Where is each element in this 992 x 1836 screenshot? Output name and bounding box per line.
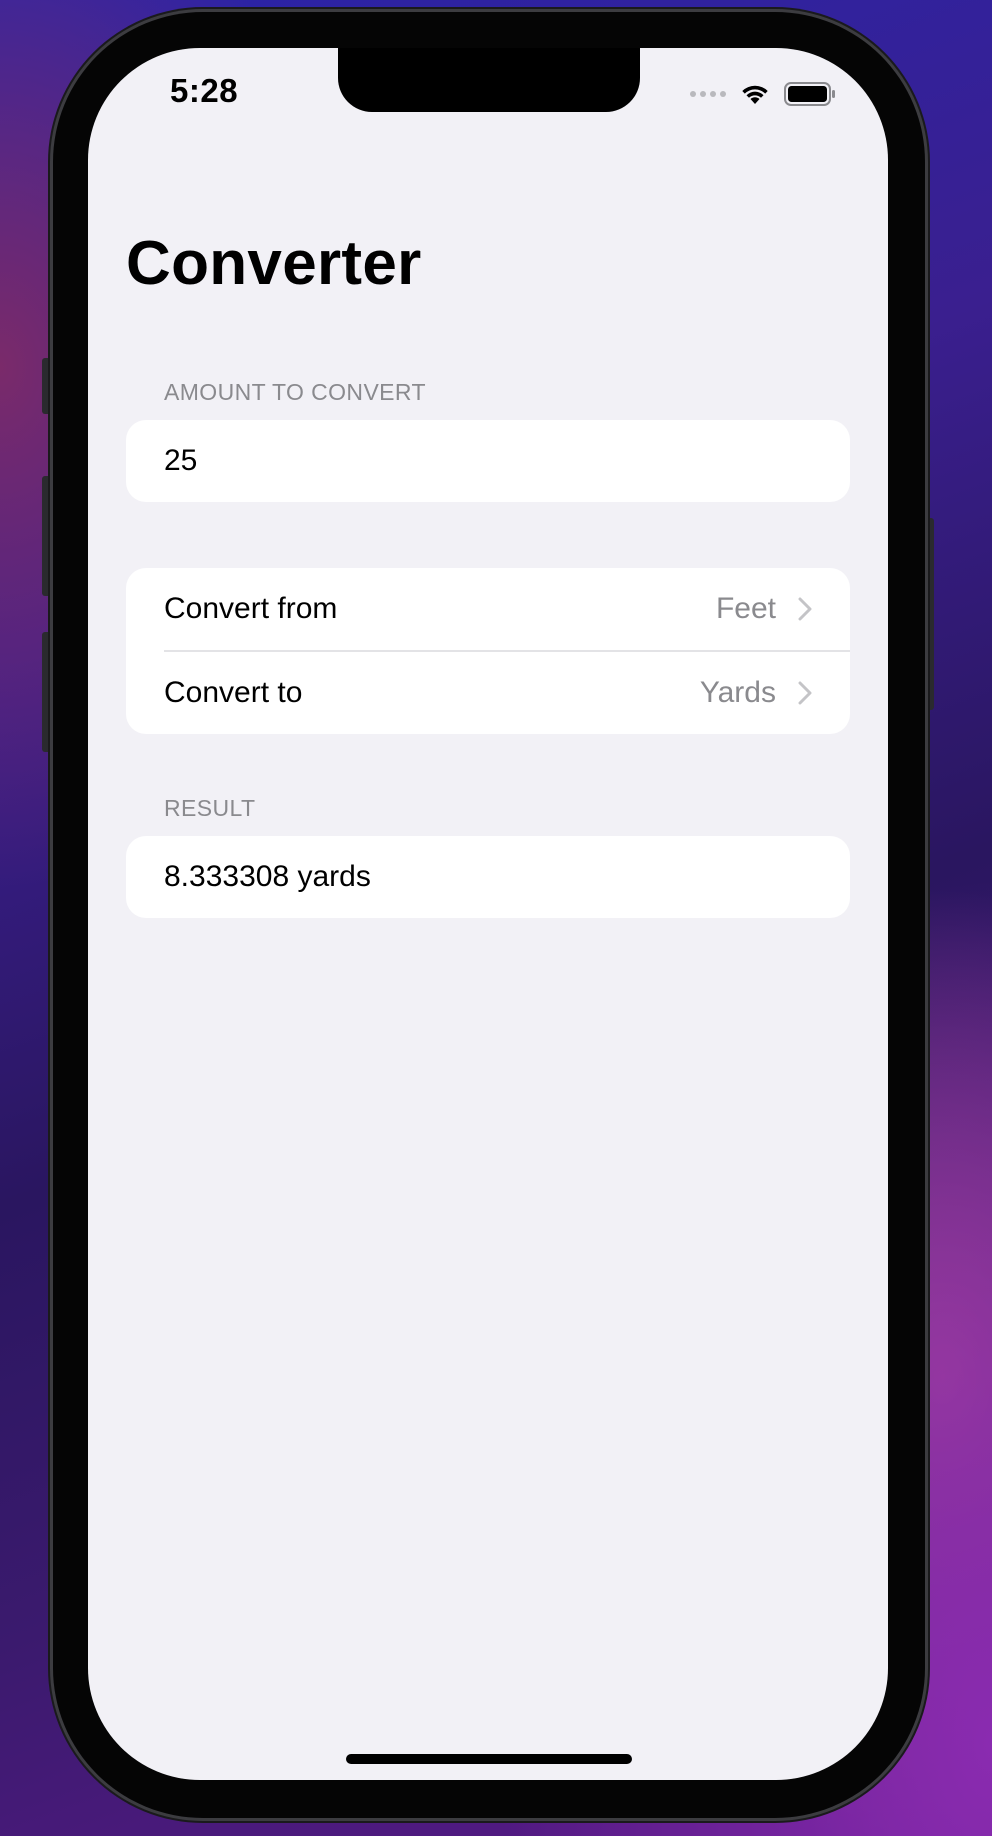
silent-switch bbox=[42, 358, 52, 414]
home-indicator[interactable] bbox=[346, 1754, 632, 1764]
amount-card: 25 bbox=[126, 420, 850, 502]
convert-from-value-container: Feet bbox=[716, 592, 812, 626]
chevron-right-icon bbox=[798, 597, 812, 621]
convert-to-label: Convert to bbox=[164, 676, 303, 709]
phone-frame: 5:28 Converter AMOUNT TO CONVERT 25 Conv… bbox=[53, 12, 925, 1818]
wifi-icon bbox=[742, 85, 768, 104]
result-card: 8.333308 yards bbox=[126, 836, 850, 918]
cellular-signal-icon bbox=[690, 91, 726, 97]
convert-to-row[interactable]: Convert to Yards bbox=[126, 652, 850, 734]
volume-up-button bbox=[42, 476, 52, 596]
battery-icon bbox=[784, 82, 835, 106]
status-time: 5:28 bbox=[170, 72, 239, 109]
amount-section-header: AMOUNT TO CONVERT bbox=[164, 379, 426, 405]
units-card: Convert from Feet Convert to Yards bbox=[126, 568, 850, 734]
convert-from-value: Feet bbox=[715, 592, 776, 625]
status-icons bbox=[690, 82, 836, 106]
convert-from-label: Convert from bbox=[164, 592, 338, 625]
amount-input[interactable]: 25 bbox=[126, 420, 850, 502]
page-title: Converter bbox=[126, 229, 422, 298]
convert-from-row[interactable]: Convert from Feet bbox=[126, 568, 850, 650]
chevron-right-icon bbox=[798, 681, 812, 705]
power-button bbox=[924, 518, 934, 710]
volume-down-button bbox=[42, 632, 52, 752]
app-screen: 5:28 Converter AMOUNT TO CONVERT 25 Conv… bbox=[88, 48, 888, 1780]
convert-to-value: Yards bbox=[699, 676, 776, 709]
result-section-header: RESULT bbox=[164, 795, 256, 821]
convert-to-value-container: Yards bbox=[700, 676, 812, 710]
notch bbox=[338, 48, 640, 112]
result-value: 8.333308 yards bbox=[164, 860, 371, 893]
